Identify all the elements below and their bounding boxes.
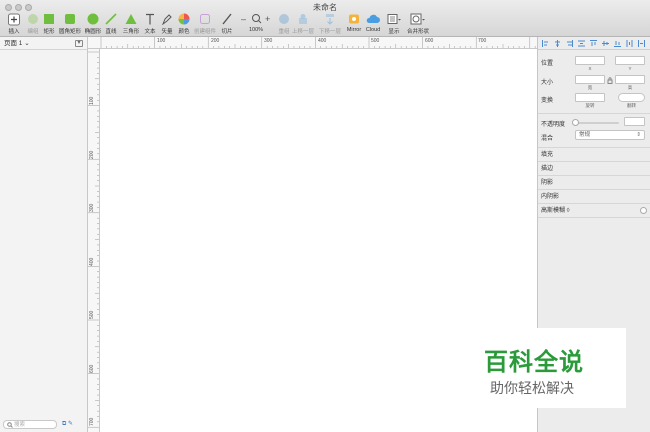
watermark-title: 百科全说: [484, 348, 584, 376]
alignment-toolbar: [538, 37, 650, 50]
blend-mode-select[interactable]: 常规 ⇕: [575, 130, 645, 140]
x-caption: X: [588, 66, 592, 71]
rotation-caption: 旋转: [585, 103, 595, 108]
blend-mode-value: 常规: [579, 132, 591, 138]
x-position-field[interactable]: [575, 56, 605, 65]
vertical-ruler-ticks: [88, 51, 99, 428]
watermark-subtitle: 助你轻松解决: [490, 381, 574, 397]
horizontal-ruler[interactable]: 100 200 300 400 500 600 700: [88, 37, 537, 49]
width-caption: 宽: [587, 85, 593, 90]
ruler-left-label: 300: [89, 203, 95, 212]
export-icon[interactable]: ⧉: [62, 421, 66, 427]
slice-tool[interactable]: 切片: [213, 12, 241, 36]
ruler-top-label: 200: [211, 38, 220, 44]
inner-shadow-section[interactable]: 内阴影: [538, 189, 650, 203]
align-right-icon[interactable]: [566, 40, 573, 47]
shadow-section[interactable]: 阴影: [538, 175, 650, 189]
sidebar-tools[interactable]: ⧉ ✎: [62, 420, 73, 428]
color-wheel-icon: [178, 13, 190, 25]
edit-icon[interactable]: ✎: [68, 421, 73, 427]
add-page-button[interactable]: ▾: [75, 40, 83, 47]
chevron-up-down-icon: ⇕: [636, 132, 641, 138]
divider: [538, 217, 650, 218]
combine-shapes-icon: [410, 13, 425, 25]
cloud-icon: [366, 14, 380, 23]
blur-toggle[interactable]: [640, 207, 647, 214]
view-icon: [387, 14, 401, 24]
y-caption: Y: [628, 66, 632, 71]
ruler-top-label: 500: [371, 38, 380, 44]
position-label: 位置: [541, 61, 554, 67]
y-position-field[interactable]: [615, 56, 645, 65]
ruler-left-label: 400: [89, 257, 95, 266]
vertical-ruler[interactable]: 100 200 300 400 500 600 700: [88, 49, 100, 432]
align-middle-icon[interactable]: [602, 40, 609, 47]
zoom-control[interactable]: – + 100%: [239, 12, 273, 36]
bring-forward-button[interactable]: 上移一层: [289, 12, 317, 36]
align-top-icon[interactable]: [590, 40, 597, 47]
rectangle-icon: [44, 14, 54, 24]
distribute-horizontal-icon[interactable]: [578, 40, 585, 47]
forward-icon: [299, 14, 307, 24]
align-center-icon[interactable]: [554, 40, 561, 47]
watermark: 百科全说 助你轻松解决: [460, 328, 626, 408]
flip-toggle[interactable]: [618, 93, 645, 102]
width-field[interactable]: [575, 75, 605, 84]
ruler-top-label: 700: [478, 38, 487, 44]
height-field[interactable]: [615, 75, 645, 84]
ruler-left-label: 100: [89, 96, 95, 105]
layer-search-field[interactable]: 搜索: [3, 420, 57, 429]
blend-label: 混合: [541, 136, 554, 142]
zoom-icon: – +: [241, 14, 270, 24]
size-label: 大小: [541, 80, 554, 86]
lock-ratio-icon[interactable]: [607, 77, 613, 84]
align-left-icon[interactable]: [542, 40, 549, 47]
search-icon: [7, 422, 13, 428]
height-caption: 高: [627, 85, 633, 90]
ruler-left-label: 600: [89, 364, 95, 373]
ruler-top-label: 600: [425, 38, 434, 44]
opacity-label: 不透明度: [541, 122, 566, 128]
opacity-slider[interactable]: [575, 122, 619, 124]
title-bar: 未命名 插入 编组 矩形 圆角矩形 椭圆形 直线 三角形 文本 矢量 颜色 创建…: [0, 0, 650, 37]
rotation-field[interactable]: [575, 93, 605, 102]
distribute-vertical-icon[interactable]: [626, 40, 633, 47]
page-selector[interactable]: 页面 1 ⌄: [4, 40, 30, 47]
divider: [538, 113, 650, 114]
transform-label: 变换: [541, 98, 554, 104]
ruler-top-label: 100: [157, 38, 166, 44]
ruler-top-label: 300: [264, 38, 273, 44]
opacity-slider-knob[interactable]: [572, 119, 579, 126]
border-section[interactable]: 描边: [538, 161, 650, 175]
ruler-top-label: 400: [318, 38, 327, 44]
align-options-icon[interactable]: [638, 40, 645, 47]
align-bottom-icon[interactable]: [614, 40, 621, 47]
search-placeholder: 搜索: [14, 422, 26, 428]
horizontal-ruler-ticks: [100, 37, 536, 48]
slice-icon: [222, 13, 232, 25]
ruler-left-label: 700: [89, 417, 95, 426]
ruler-left-label: 200: [89, 150, 95, 159]
create-symbol-icon: [200, 14, 210, 24]
opacity-field[interactable]: [624, 117, 645, 126]
pages-header[interactable]: 页面 1 ⌄ ▾: [0, 37, 87, 50]
rounded-rectangle-icon: [65, 14, 75, 24]
fill-section[interactable]: 填充: [538, 147, 650, 161]
ruler-left-label: 500: [89, 310, 95, 319]
line-icon: [105, 13, 117, 25]
layers-sidebar: 页面 1 ⌄ ▾ 搜索 ⧉ ✎: [0, 37, 88, 432]
backward-icon: [326, 14, 334, 25]
svg-text:–: –: [241, 14, 246, 24]
combine-shapes-button[interactable]: 合并形状: [402, 12, 434, 36]
flip-caption: 翻转: [627, 103, 636, 108]
gaussian-blur-section[interactable]: 高斯模糊 ◊: [538, 203, 650, 217]
